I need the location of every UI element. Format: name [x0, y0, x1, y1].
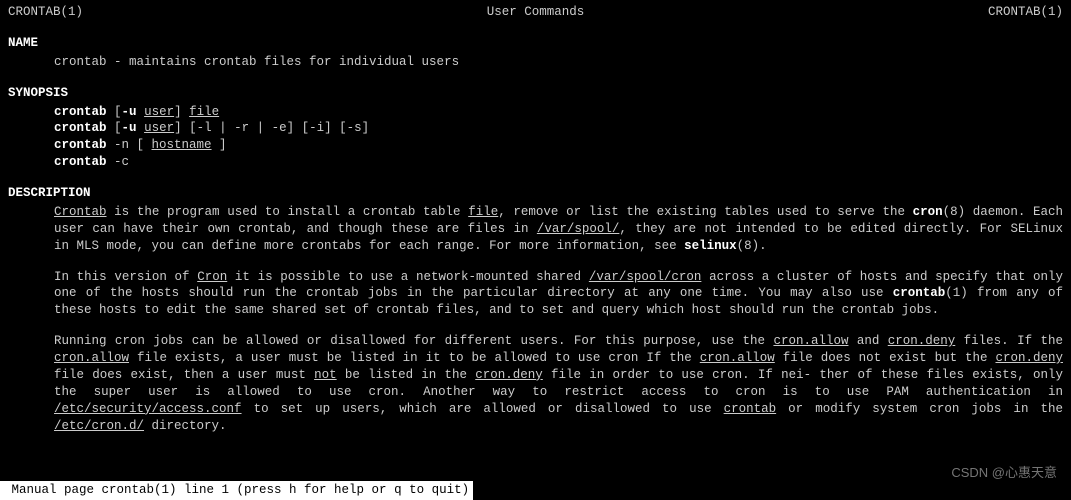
opt: -u [122, 105, 137, 119]
term-not: not [314, 368, 337, 382]
txt: to set up users, which are allowed or di… [242, 402, 724, 416]
term-crontab: crontab [893, 286, 946, 300]
txt: or modify system cron jobs in the [776, 402, 1063, 416]
txt: files. If the [955, 334, 1063, 348]
txt: (8). [737, 239, 767, 253]
file-cron-allow: cron.allow [700, 351, 775, 365]
arg-file: file [189, 105, 219, 119]
term-crontab: Crontab [54, 205, 107, 219]
description-para-1: Crontab is the program used to install a… [8, 204, 1063, 255]
txt: file does not exist but the [775, 351, 996, 365]
term-file: file [468, 205, 498, 219]
txt: -c [107, 155, 130, 169]
txt: file does exist, then a user must [54, 368, 314, 382]
file-cron-deny: cron.deny [888, 334, 956, 348]
section-heading-description: DESCRIPTION [8, 185, 1063, 202]
watermark: CSDN @心惠天意 [951, 464, 1057, 482]
file-cron-allow: cron.allow [54, 351, 129, 365]
synopsis-line: crontab -n [ hostname ] [54, 137, 1063, 154]
arg-user: user [144, 105, 174, 119]
section-heading-name: NAME [8, 35, 1063, 52]
header-right: CRONTAB(1) [988, 4, 1063, 21]
pager-status-bar: Manual page crontab(1) line 1 (press h f… [0, 481, 473, 500]
txt: directory. [144, 419, 227, 433]
description-para-2: In this version of Cron it is possible t… [8, 269, 1063, 320]
txt: Running cron jobs can be allowed or disa… [54, 334, 773, 348]
path-etc-cron-d: /etc/cron.d/ [54, 419, 144, 433]
arg-user: user [144, 121, 174, 135]
section-heading-synopsis: SYNOPSIS [8, 85, 1063, 102]
term-selinux: selinux [684, 239, 737, 253]
synopsis-line: crontab [-u user] file [54, 104, 1063, 121]
txt: and [848, 334, 887, 348]
name-text: crontab - maintains crontab files for in… [8, 54, 1063, 71]
txt: ] [174, 105, 189, 119]
path-access-conf: /etc/security/access.conf [54, 402, 242, 416]
txt: be listed in the [337, 368, 476, 382]
synopsis-block: crontab [-u user] file crontab [-u user]… [8, 104, 1063, 172]
txt: In this version of [54, 270, 197, 284]
term-cron: Cron [197, 270, 227, 284]
cmd: crontab [54, 121, 107, 135]
cmd: crontab [54, 105, 107, 119]
txt: ] [212, 138, 227, 152]
txt: ] [-l | -r | -e] [-i] [-s] [174, 121, 369, 135]
cmd: crontab [54, 155, 107, 169]
file-cron-deny: cron.deny [475, 368, 543, 382]
description-para-3: Running cron jobs can be allowed or disa… [8, 333, 1063, 434]
txt: [ [114, 105, 122, 119]
path-var-spool-cron: /var/spool/cron [589, 270, 702, 284]
file-cron-deny: cron.deny [995, 351, 1063, 365]
arg-hostname: hostname [152, 138, 212, 152]
txt: it is possible to use a network-mounted … [227, 270, 589, 284]
synopsis-line: crontab [-u user] [-l | -r | -e] [-i] [-… [54, 120, 1063, 137]
file-cron-allow: cron.allow [773, 334, 848, 348]
man-page[interactable]: CRONTAB(1) User Commands CRONTAB(1) NAME… [0, 0, 1071, 434]
header-left: CRONTAB(1) [8, 4, 83, 21]
man-header: CRONTAB(1) User Commands CRONTAB(1) [8, 4, 1063, 21]
txt: file exists, a user must be listed in it… [129, 351, 700, 365]
term-cron: cron [913, 205, 943, 219]
opt: -u [122, 121, 137, 135]
txt: -n [ [107, 138, 152, 152]
txt: is the program used to install a crontab… [107, 205, 469, 219]
cmd: crontab [54, 138, 107, 152]
header-center: User Commands [487, 4, 585, 21]
term-crontab: crontab [724, 402, 777, 416]
synopsis-line: crontab -c [54, 154, 1063, 171]
txt: , remove or list the existing tables use… [498, 205, 912, 219]
path-var-spool: /var/spool/ [537, 222, 620, 236]
txt: [ [114, 121, 122, 135]
